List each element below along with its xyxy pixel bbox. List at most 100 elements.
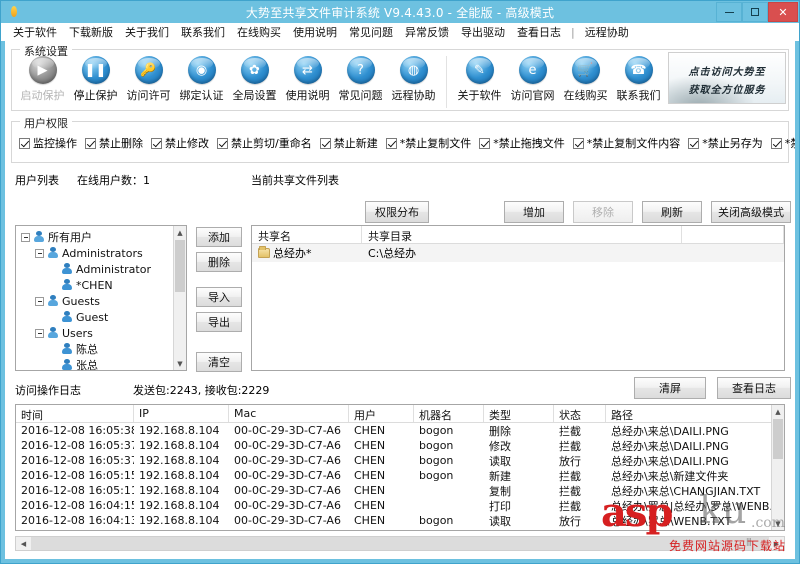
access-log-panel[interactable]: 时间 IP Mac 用户 机器名 类型 状态 路径 2016-12-08 16:05:38 19…: [15, 404, 785, 531]
permission-map-button[interactable]: 权限分布: [365, 201, 429, 223]
permission-checkbox-3[interactable]: 禁止剪切/重命名: [217, 135, 312, 151]
view-log-button[interactable]: 查看日志: [717, 377, 791, 399]
log-column-header-1[interactable]: IP: [134, 405, 229, 422]
toolbar-button-访问官网[interactable]: e 访问官网: [506, 56, 559, 103]
permission-checkbox-1[interactable]: 禁止删除: [85, 135, 143, 151]
tree-node-Users[interactable]: Users: [21, 325, 173, 341]
user-tree[interactable]: 所有用户 Administrators Administrator *CHEN Gues…: [16, 226, 173, 370]
log-column-header-6[interactable]: 状态: [554, 405, 606, 422]
checkbox-icon[interactable]: [688, 137, 700, 149]
log-column-header-2[interactable]: Mac: [229, 405, 349, 422]
log-table-row[interactable]: 2016-12-08 16:04:15 192.168.8.104 00-0C-29…: [16, 498, 771, 513]
tree-collapse-icon[interactable]: [35, 248, 44, 258]
permission-checkbox-2[interactable]: 禁止修改: [151, 135, 209, 151]
share-column-header-1[interactable]: 共享目录: [362, 226, 682, 243]
minimize-button[interactable]: [716, 2, 742, 22]
checkbox-icon[interactable]: [151, 137, 162, 149]
scroll-up-icon[interactable]: ▲: [174, 226, 186, 239]
tree-node-Guests[interactable]: Guests: [21, 293, 173, 309]
menu-item-4[interactable]: 在线购买: [231, 23, 287, 41]
permission-checkbox-4[interactable]: 禁止新建: [319, 135, 378, 151]
log-scroll-down-icon[interactable]: ▼: [772, 517, 784, 530]
tree-node-Guest[interactable]: Guest: [21, 309, 173, 325]
log-scroll-up-icon[interactable]: ▲: [772, 405, 784, 418]
share-table-row[interactable]: 总经办* C:\总经办: [252, 244, 784, 262]
toolbar-button-停止保护[interactable]: ❚❚ 停止保护: [69, 56, 122, 103]
permission-checkbox-7[interactable]: *禁止复制文件内容: [572, 135, 680, 151]
tree-node-陈总[interactable]: 陈总: [21, 341, 173, 357]
hscroll-right-icon[interactable]: ▶: [769, 537, 784, 550]
checkbox-icon[interactable]: [479, 137, 491, 149]
user-tree-panel[interactable]: 所有用户 Administrators Administrator *CHEN Gues…: [15, 225, 187, 371]
toolbar-button-常见问题[interactable]: ? 常见问题: [334, 56, 387, 103]
log-table-row[interactable]: 2016-12-08 16:05:11 192.168.8.104 00-0C-29…: [16, 483, 771, 498]
menu-item-5[interactable]: 使用说明: [287, 23, 343, 41]
share-table-body[interactable]: 总经办* C:\总经办: [252, 244, 784, 262]
toolbar-button-远程协助[interactable]: ◍ 远程协助: [387, 56, 440, 103]
menu-item-11[interactable]: 远程协助: [579, 23, 635, 41]
menu-item-9[interactable]: 查看日志: [511, 23, 567, 41]
user-tree-scrollbar[interactable]: ▲ ▼: [173, 226, 186, 370]
toolbar-button-全局设置[interactable]: ✿ 全局设置: [228, 56, 281, 103]
toolbar-button-关于软件[interactable]: ✎ 关于软件: [453, 56, 506, 103]
hscroll-thumb[interactable]: [31, 537, 769, 550]
tree-node-所有用户[interactable]: 所有用户: [21, 229, 173, 245]
log-scroll-thumb[interactable]: [773, 419, 783, 459]
toolbar-button-在线购买[interactable]: 🛒 在线购买: [559, 56, 612, 103]
tree-node-张总[interactable]: 张总: [21, 357, 173, 370]
horizontal-scrollbar[interactable]: ◀ ▶: [15, 536, 785, 551]
permission-checkbox-8[interactable]: *禁止另存为: [688, 135, 763, 151]
share-refresh-button[interactable]: 刷新: [642, 201, 702, 223]
toolbar-button-绑定认证[interactable]: ◉ 绑定认证: [175, 56, 228, 103]
share-column-header-0[interactable]: 共享名: [252, 226, 362, 243]
checkbox-icon[interactable]: [85, 137, 96, 149]
log-scrollbar[interactable]: ▲ ▼: [771, 405, 784, 530]
toolbar-button-访问许可[interactable]: 🔑 访问许可: [122, 56, 175, 103]
clear-screen-button[interactable]: 清屏: [634, 377, 706, 399]
log-table-row[interactable]: 2016-12-08 16:05:37 192.168.8.104 00-0C-29…: [16, 438, 771, 453]
checkbox-icon[interactable]: [770, 137, 782, 149]
permission-checkbox-5[interactable]: *禁止复制文件: [385, 135, 471, 151]
tree-collapse-icon[interactable]: [21, 232, 30, 242]
menu-item-1[interactable]: 下载新版: [63, 23, 119, 41]
tree-node-Administrators[interactable]: Administrators: [21, 245, 173, 261]
toolbar-button-联系我们[interactable]: ☎ 联系我们: [612, 56, 665, 103]
checkbox-icon[interactable]: [385, 137, 397, 149]
log-column-header-4[interactable]: 机器名: [414, 405, 484, 422]
log-column-header-3[interactable]: 用户: [349, 405, 414, 422]
tree-collapse-icon[interactable]: [35, 296, 44, 306]
menu-item-2[interactable]: 关于我们: [119, 23, 175, 41]
user-delete-button[interactable]: 删除: [196, 252, 242, 272]
checkbox-icon[interactable]: [572, 137, 584, 149]
log-column-header-5[interactable]: 类型: [484, 405, 554, 422]
hscroll-left-icon[interactable]: ◀: [16, 537, 31, 550]
menu-item-0[interactable]: 关于软件: [7, 23, 63, 41]
maximize-button[interactable]: [742, 2, 768, 22]
scroll-thumb[interactable]: [175, 240, 185, 292]
log-table-row[interactable]: 2016-12-08 16:05:37 192.168.8.104 00-0C-29…: [16, 453, 771, 468]
checkbox-icon[interactable]: [319, 137, 331, 149]
checkbox-icon[interactable]: [19, 137, 30, 149]
checkbox-icon[interactable]: [217, 137, 228, 149]
share-table-panel[interactable]: 共享名 共享目录 总经办* C:\总经办: [251, 225, 785, 371]
menu-item-6[interactable]: 常见问题: [343, 23, 399, 41]
user-export-button[interactable]: 导出: [196, 312, 242, 332]
menu-item-8[interactable]: 导出驱动: [455, 23, 511, 41]
user-import-button[interactable]: 导入: [196, 287, 242, 307]
scroll-down-icon[interactable]: ▼: [174, 357, 186, 370]
tree-node-*CHEN[interactable]: *CHEN: [21, 277, 173, 293]
tree-node-Administrator[interactable]: Administrator: [21, 261, 173, 277]
user-add-button[interactable]: 添加: [196, 227, 242, 247]
permission-checkbox-6[interactable]: *禁止拖拽文件: [479, 135, 565, 151]
toolbar-button-使用说明[interactable]: ⇄ 使用说明: [281, 56, 334, 103]
share-add-button[interactable]: 增加: [504, 201, 564, 223]
toggle-advanced-mode-button[interactable]: 关闭高级模式: [711, 201, 791, 223]
menu-item-7[interactable]: 异常反馈: [399, 23, 455, 41]
log-table-row[interactable]: 2016-12-08 16:04:13 192.168.8.104 00-0C-29…: [16, 513, 771, 528]
promo-banner[interactable]: 点击访问大势至 获取全方位服务: [668, 52, 786, 104]
close-button[interactable]: ✕: [768, 2, 798, 22]
log-column-header-0[interactable]: 时间: [16, 405, 134, 422]
user-clear-button[interactable]: 清空: [196, 352, 242, 372]
log-table-row[interactable]: 2016-12-08 16:05:38 192.168.8.104 00-0C-29…: [16, 423, 771, 438]
log-table-body[interactable]: 2016-12-08 16:05:38 192.168.8.104 00-0C-29…: [16, 423, 771, 530]
